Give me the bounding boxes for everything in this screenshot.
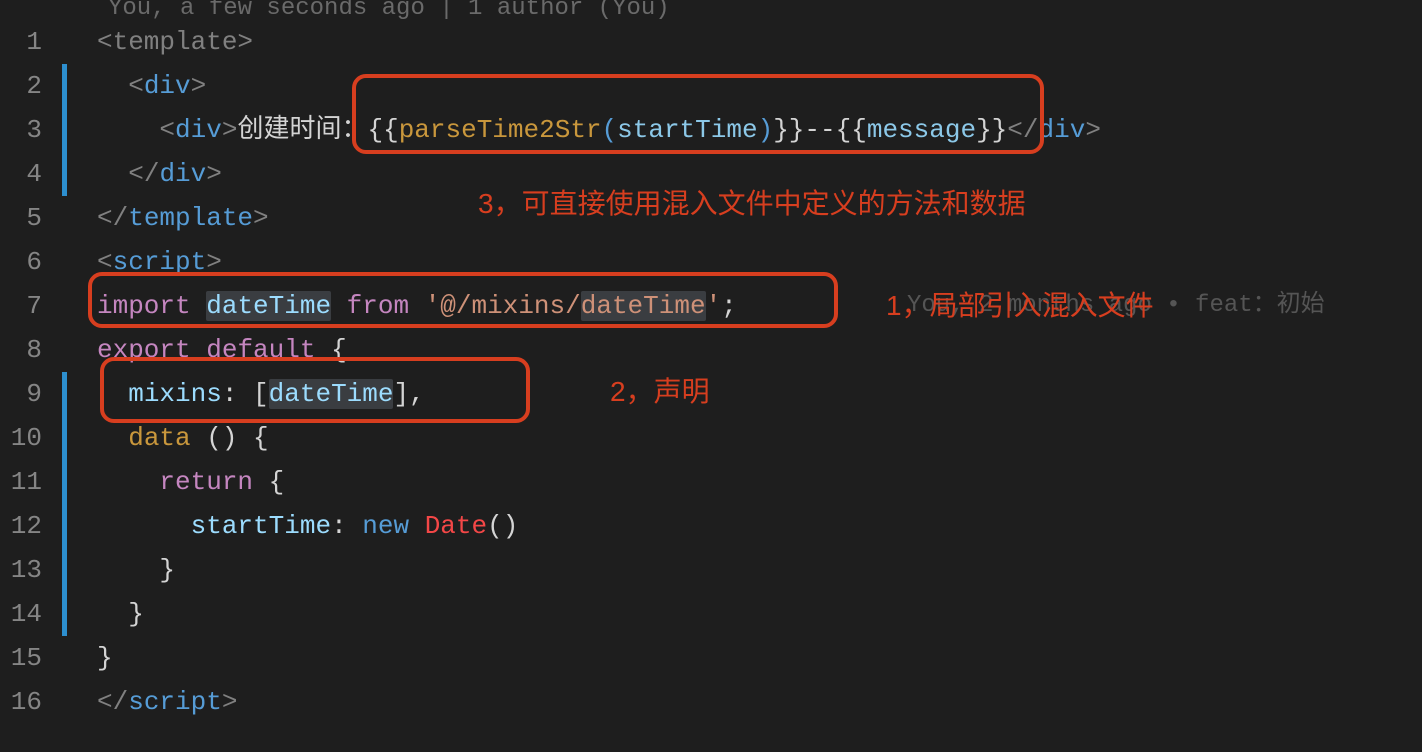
code-line: import dateTime from '@/mixins/dateTime'…	[97, 284, 1422, 328]
code-line: }	[97, 592, 1422, 636]
line-number[interactable]: 2	[0, 64, 42, 108]
code-line: }	[97, 636, 1422, 680]
line-number[interactable]: 1	[0, 20, 42, 64]
code-line: </template>	[97, 196, 1422, 240]
code-line: return {	[97, 460, 1422, 504]
line-number[interactable]: 3	[0, 108, 42, 152]
line-number[interactable]: 14	[0, 592, 42, 636]
line-number[interactable]: 8	[0, 328, 42, 372]
code-line: </div>	[97, 152, 1422, 196]
code-line: startTime: new Date()	[97, 504, 1422, 548]
code-line: }	[97, 548, 1422, 592]
line-number[interactable]: 7	[0, 284, 42, 328]
line-number[interactable]: 15	[0, 636, 42, 680]
code-line: <div>创建时间：{{parseTime2Str(startTime)}}--…	[97, 108, 1422, 152]
line-number[interactable]: 13	[0, 548, 42, 592]
line-number[interactable]: 16	[0, 680, 42, 724]
git-blame-header: You, a few seconds ago | 1 author (You)	[108, 0, 670, 22]
code-line: <script>	[97, 240, 1422, 284]
code-line: </script>	[97, 680, 1422, 724]
line-number[interactable]: 5	[0, 196, 42, 240]
line-number[interactable]: 12	[0, 504, 42, 548]
code-line: export default {	[97, 328, 1422, 372]
line-number[interactable]: 10	[0, 416, 42, 460]
line-number[interactable]: 6	[0, 240, 42, 284]
code-editor: 1 2 3 4 5 6 7 8 9 10 11 12 13 14 15 16 <…	[0, 0, 1422, 724]
code-line: <template>	[97, 20, 1422, 64]
code-line: <div>	[97, 64, 1422, 108]
line-number[interactable]: 11	[0, 460, 42, 504]
code-line: data () {	[97, 416, 1422, 460]
line-number-gutter: 1 2 3 4 5 6 7 8 9 10 11 12 13 14 15 16	[0, 20, 62, 724]
code-line: mixins: [dateTime],	[97, 372, 1422, 416]
git-blame-inline: You, 2 months ago • feat：初始	[907, 284, 1325, 328]
code-content[interactable]: <template> <div> <div>创建时间：{{parseTime2S…	[67, 20, 1422, 724]
line-number[interactable]: 4	[0, 152, 42, 196]
line-number[interactable]: 9	[0, 372, 42, 416]
